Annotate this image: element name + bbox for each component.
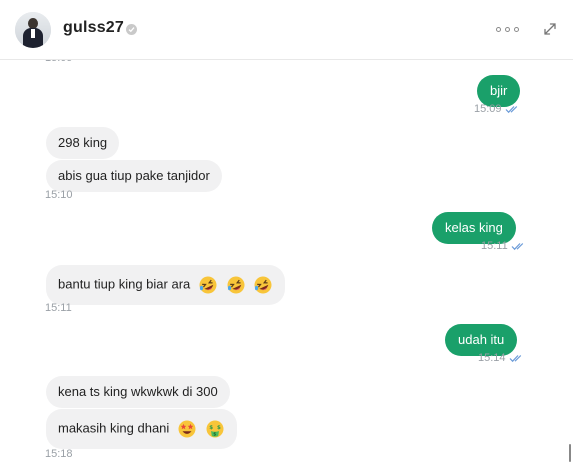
incoming-message-bubble[interactable]: 298 king <box>46 127 120 159</box>
rolling-on-floor-laughing-icon <box>227 276 245 294</box>
more-options-icon[interactable] <box>496 22 522 36</box>
message-text: kelas king <box>445 220 503 235</box>
contact-username[interactable]: gulss27 <box>63 19 124 37</box>
message-text: bjir <box>490 83 508 98</box>
read-check-icon <box>511 242 523 250</box>
incoming-message-bubble[interactable]: abis gua tiup pake tanjidor <box>46 160 222 192</box>
star-struck-icon <box>178 420 196 438</box>
timestamp: 15:09 <box>474 103 502 115</box>
message-meta: 15:11 <box>481 240 526 252</box>
message-text: 298 king <box>58 135 108 150</box>
timestamp: 15:18 <box>45 448 73 460</box>
timestamp: 15:11 <box>481 240 508 252</box>
timestamp: 15:11 <box>45 302 72 314</box>
scrollbar[interactable] <box>569 444 571 462</box>
message-meta: 15:14 <box>478 352 524 364</box>
read-check-icon <box>509 354 521 362</box>
message-text: kena ts king wkwkwk di 300 <box>58 384 218 399</box>
svg-text:$: $ <box>209 425 213 431</box>
rolling-on-floor-laughing-icon <box>254 276 272 294</box>
message-text: makasih king dhani <box>58 420 170 436</box>
message-text: abis gua tiup pake tanjidor <box>58 168 210 183</box>
expand-arrow-icon[interactable] <box>543 22 557 36</box>
incoming-message-bubble[interactable]: kena ts king wkwkwk di 300 <box>46 376 230 408</box>
avatar[interactable] <box>15 12 51 48</box>
read-check-icon <box>505 105 517 113</box>
incoming-message-bubble[interactable]: makasih king dhani $ $ $ <box>46 409 237 449</box>
rolling-on-floor-laughing-icon <box>199 276 217 294</box>
message-text: bantu tiup king biar ara <box>58 276 191 292</box>
timestamp: 15:10 <box>45 189 73 201</box>
message-meta: 15:09 <box>474 103 520 115</box>
chat-header: gulss27 <box>0 0 573 60</box>
timestamp: 15:14 <box>478 352 506 364</box>
verified-badge-icon <box>126 24 137 35</box>
svg-text:$: $ <box>217 425 221 431</box>
message-text: udah itu <box>458 332 505 347</box>
svg-text:$: $ <box>213 432 216 438</box>
money-mouth-icon: $ $ $ <box>206 420 224 438</box>
incoming-message-bubble[interactable]: bantu tiup king biar ara <box>46 265 286 305</box>
